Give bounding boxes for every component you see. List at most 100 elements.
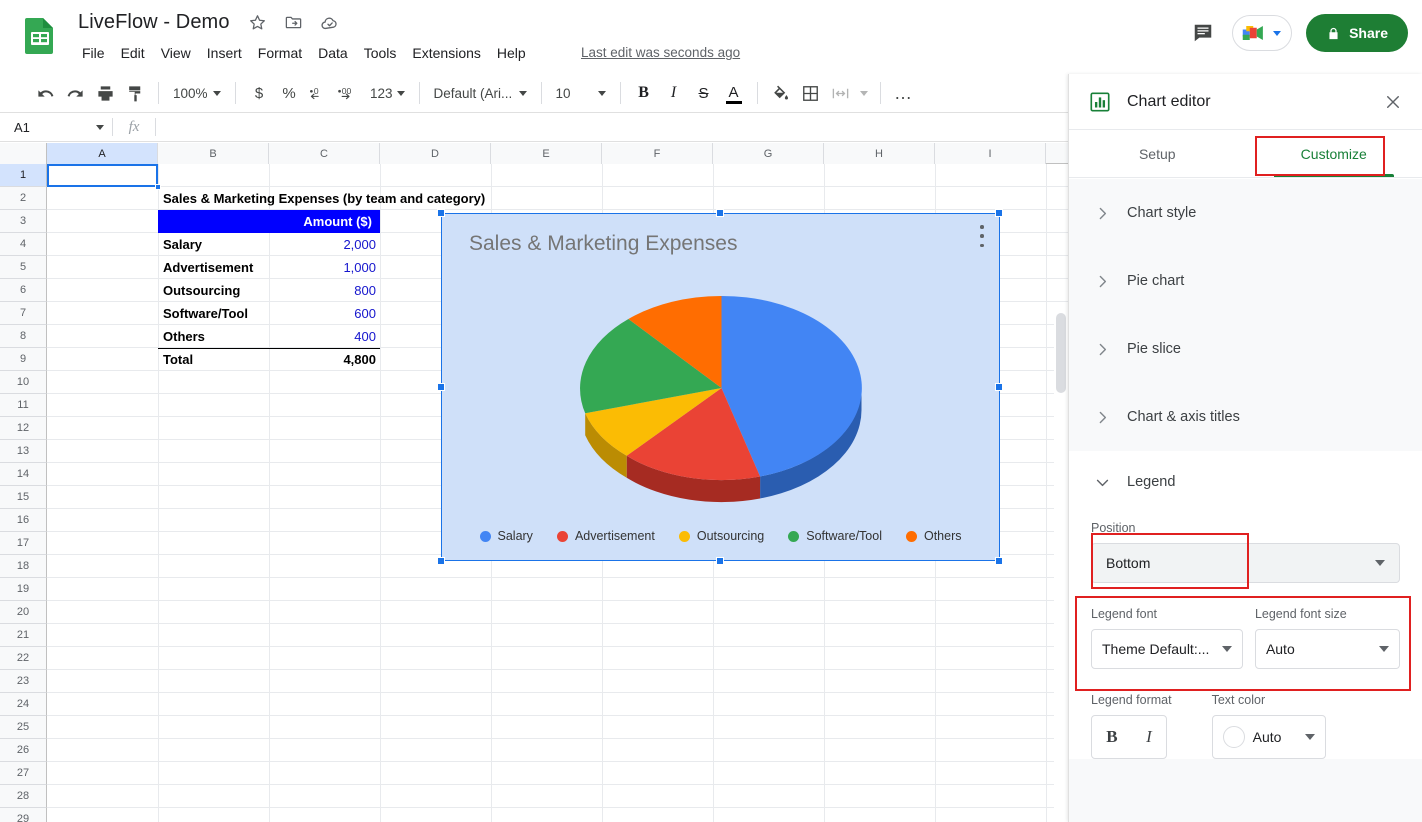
more-options-button[interactable]: …	[889, 78, 919, 108]
legend-font-size-select[interactable]: Auto	[1254, 629, 1400, 669]
row-header-21[interactable]: 21	[0, 624, 47, 647]
font-size-selector[interactable]: 10	[550, 78, 612, 108]
row-header-5[interactable]: 5	[0, 256, 47, 279]
row-header-4[interactable]: 4	[0, 233, 47, 256]
percent-format-button[interactable]: %	[274, 78, 304, 108]
grid-row[interactable]	[47, 647, 1068, 670]
grid-row[interactable]	[47, 670, 1068, 693]
cell-b5[interactable]: Advertisement	[163, 256, 269, 279]
menu-insert[interactable]: Insert	[199, 42, 250, 64]
row-header-3[interactable]: 3	[0, 210, 47, 233]
menu-extensions[interactable]: Extensions	[404, 42, 488, 64]
formula-input[interactable]	[156, 112, 1068, 142]
legend-position-select[interactable]: Bottom	[1091, 543, 1400, 583]
row-header-1[interactable]: 1	[0, 164, 47, 187]
undo-icon[interactable]	[30, 78, 60, 108]
cell-c6[interactable]: 800	[269, 279, 376, 302]
column-header-i[interactable]: I	[935, 143, 1046, 164]
row-header-7[interactable]: 7	[0, 302, 47, 325]
menu-edit[interactable]: Edit	[113, 42, 153, 64]
row-header-29[interactable]: 29	[0, 808, 47, 822]
legend-bold-button[interactable]: B	[1106, 727, 1117, 747]
row-header-28[interactable]: 28	[0, 785, 47, 808]
row-header-2[interactable]: 2	[0, 187, 47, 210]
menu-view[interactable]: View	[153, 42, 199, 64]
column-header-e[interactable]: E	[491, 143, 602, 164]
cell-b6[interactable]: Outsourcing	[163, 279, 269, 302]
row-header-13[interactable]: 13	[0, 440, 47, 463]
chart-handle-tc[interactable]	[716, 209, 724, 217]
star-icon[interactable]	[246, 11, 270, 35]
row-header-18[interactable]: 18	[0, 555, 47, 578]
paint-format-icon[interactable]	[120, 78, 150, 108]
document-title[interactable]: LiveFlow - Demo	[74, 10, 234, 35]
row-header-20[interactable]: 20	[0, 601, 47, 624]
cell-b2[interactable]: Sales & Marketing Expenses (by team and …	[163, 187, 583, 210]
section-pie-chart[interactable]: Pie chart	[1069, 247, 1422, 315]
grid-row[interactable]	[47, 601, 1068, 624]
row-header-26[interactable]: 26	[0, 739, 47, 762]
column-header-g[interactable]: G	[713, 143, 824, 164]
last-edit-status[interactable]: Last edit was seconds ago	[581, 45, 740, 60]
row-header-6[interactable]: 6	[0, 279, 47, 302]
chart-handle-bc[interactable]	[716, 557, 724, 565]
merge-cells-icon[interactable]	[826, 78, 856, 108]
italic-button[interactable]: I	[659, 78, 689, 108]
row-header-11[interactable]: 11	[0, 394, 47, 417]
cell-c8[interactable]: 400	[269, 325, 376, 348]
grid-row[interactable]	[47, 762, 1068, 785]
cell-b8[interactable]: Others	[163, 325, 269, 348]
column-header-c[interactable]: C	[269, 143, 380, 164]
tab-customize[interactable]: Customize	[1246, 130, 1422, 177]
row-header-9[interactable]: 9	[0, 348, 47, 371]
row-header-19[interactable]: 19	[0, 578, 47, 601]
row-header-15[interactable]: 15	[0, 486, 47, 509]
column-header-f[interactable]: F	[602, 143, 713, 164]
section-pie-slice[interactable]: Pie slice	[1069, 315, 1422, 383]
borders-icon[interactable]	[796, 78, 826, 108]
grid-row[interactable]	[47, 624, 1068, 647]
share-button[interactable]: Share	[1306, 14, 1408, 52]
cell-b7[interactable]: Software/Tool	[163, 302, 269, 325]
bold-button[interactable]: B	[629, 78, 659, 108]
active-cell-a1[interactable]	[47, 164, 158, 187]
menu-tools[interactable]: Tools	[356, 42, 405, 64]
currency-format-button[interactable]: $	[244, 78, 274, 108]
column-header-d[interactable]: D	[380, 143, 491, 164]
chart-object[interactable]: Sales & Marketing Expenses Salary Advert…	[441, 213, 1000, 561]
number-format-selector[interactable]: 123	[364, 78, 411, 108]
font-family-selector[interactable]: Default (Ari...	[428, 78, 533, 108]
row-header-12[interactable]: 12	[0, 417, 47, 440]
grid-row[interactable]	[47, 808, 1068, 822]
row-header-16[interactable]: 16	[0, 509, 47, 532]
chart-handle-ml[interactable]	[437, 383, 445, 391]
menu-file[interactable]: File	[74, 42, 113, 64]
increase-decimal-button[interactable]: 00	[334, 78, 364, 108]
grid-row[interactable]	[47, 785, 1068, 808]
select-all-corner[interactable]	[0, 143, 47, 164]
cell-b4[interactable]: Salary	[163, 233, 269, 256]
chart-handle-tr[interactable]	[995, 209, 1003, 217]
row-header-23[interactable]: 23	[0, 670, 47, 693]
zoom-selector[interactable]: 100%	[167, 78, 227, 108]
cell-c4[interactable]: 2,000	[269, 233, 376, 256]
comment-history-icon[interactable]	[1188, 18, 1218, 48]
row-header-25[interactable]: 25	[0, 716, 47, 739]
merge-cells-dropdown[interactable]	[856, 78, 872, 108]
chart-handle-br[interactable]	[995, 557, 1003, 565]
cell-c9[interactable]: 4,800	[269, 348, 376, 371]
grid-row[interactable]	[47, 739, 1068, 762]
vertical-scrollbar-thumb[interactable]	[1056, 313, 1066, 393]
row-header-17[interactable]: 17	[0, 532, 47, 555]
row-header-22[interactable]: 22	[0, 647, 47, 670]
column-header-h[interactable]: H	[824, 143, 935, 164]
fill-color-icon[interactable]	[766, 78, 796, 108]
active-cell-fill-handle[interactable]	[155, 184, 161, 190]
row-header-10[interactable]: 10	[0, 371, 47, 394]
text-color-button[interactable]: A	[719, 78, 749, 108]
row-header-24[interactable]: 24	[0, 693, 47, 716]
cloud-saved-icon[interactable]	[318, 11, 342, 35]
grid-row[interactable]	[47, 164, 1068, 187]
chart-more-options-icon[interactable]	[975, 225, 989, 247]
menu-data[interactable]: Data	[310, 42, 356, 64]
